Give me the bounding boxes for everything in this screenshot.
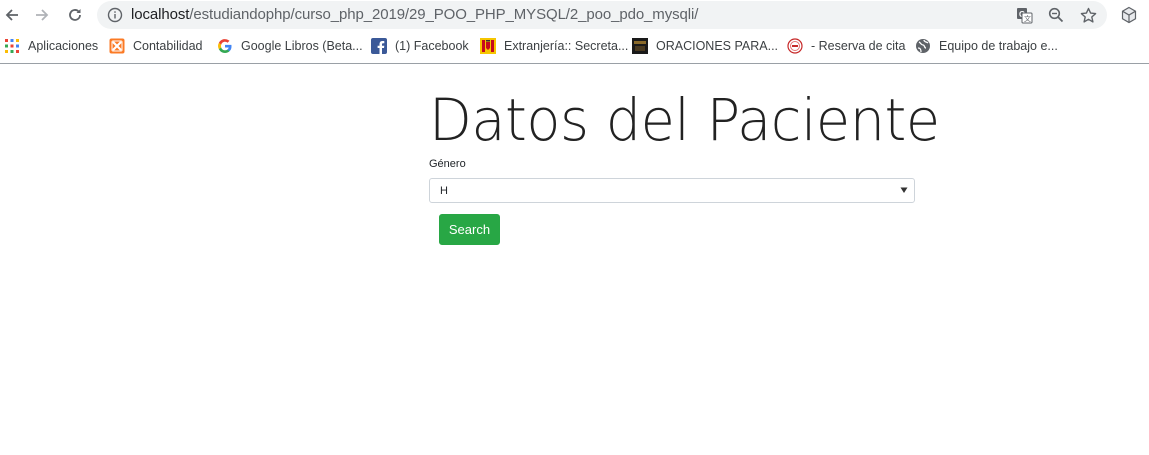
- bookmark-label: - Reserva de cita: [811, 39, 906, 53]
- bookmark-label: Google Libros (Beta...: [241, 39, 363, 53]
- seal-icon: [787, 38, 803, 54]
- apps-grid-icon: [4, 38, 20, 54]
- translate-icon: G 文: [1016, 7, 1032, 23]
- bookmark-contabilidad[interactable]: Contabilidad: [109, 37, 203, 55]
- bookmark-label: Extranjería:: Secreta...: [504, 39, 629, 53]
- url-host: localhost: [131, 6, 190, 23]
- reload-icon: [69, 9, 81, 21]
- bookmark-aplicaciones[interactable]: Aplicaciones: [4, 37, 98, 55]
- facebook-icon: [371, 38, 387, 54]
- url-path: /estudiandophp/curso_php_2019/29_POO_PHP…: [189, 6, 699, 23]
- reload-button[interactable]: [63, 3, 87, 27]
- dark-thumbnail-icon: [632, 38, 648, 54]
- browser-toolbar: localhost/estudiandophp/curso_php_2019/2…: [0, 0, 1149, 30]
- zoom-button[interactable]: [1046, 5, 1066, 25]
- google-icon: [217, 38, 233, 54]
- bookmark-reserva-cita[interactable]: - Reserva de cita: [787, 37, 905, 55]
- dropdown-arrow-icon: [900, 187, 908, 193]
- translate-button[interactable]: G 文: [1014, 5, 1034, 25]
- info-icon[interactable]: [107, 7, 123, 23]
- bookmark-label: Contabilidad: [133, 39, 203, 53]
- spain-crest-icon: [480, 38, 496, 54]
- cube-icon: [1121, 6, 1137, 24]
- bookmarks-bar: Aplicaciones Contabilidad Google Libros …: [0, 30, 1149, 64]
- star-icon: [1080, 7, 1096, 23]
- url-text[interactable]: localhost/estudiandophp/curso_php_2019/2…: [131, 6, 698, 24]
- gender-select[interactable]: H: [429, 178, 915, 203]
- bookmark-equipo-trabajo[interactable]: Equipo de trabajo e...: [915, 37, 1058, 55]
- globe-icon: [915, 38, 931, 54]
- gender-selected-value: H: [440, 185, 448, 197]
- address-bar[interactable]: localhost/estudiandophp/curso_php_2019/2…: [97, 1, 1107, 29]
- extension-button[interactable]: [1118, 4, 1140, 26]
- bookmark-label: Aplicaciones: [28, 39, 99, 53]
- bookmark-google-libros[interactable]: Google Libros (Beta...: [217, 37, 363, 55]
- bookmark-star-button[interactable]: [1078, 5, 1098, 25]
- bookmark-facebook[interactable]: (1) Facebook: [371, 37, 469, 55]
- bookmark-extranjeria[interactable]: Extranjería:: Secreta...: [480, 37, 628, 55]
- bookmark-oraciones[interactable]: ORACIONES PARA...: [632, 37, 778, 55]
- bookmark-label: Equipo de trabajo e...: [939, 39, 1058, 53]
- bookmark-label: (1) Facebook: [395, 39, 469, 53]
- bookmark-label: ORACIONES PARA...: [656, 39, 779, 53]
- arrow-right-icon: [36, 9, 49, 21]
- arrow-left-icon: [5, 9, 18, 21]
- forward-button[interactable]: [30, 3, 54, 27]
- svg-text:文: 文: [1024, 14, 1031, 23]
- back-button[interactable]: [0, 3, 24, 27]
- xampp-icon: [109, 38, 125, 54]
- page-title: Datos del Paciente: [429, 86, 940, 154]
- gender-label: Género: [429, 158, 466, 170]
- zoom-out-icon: [1048, 7, 1064, 23]
- search-button[interactable]: Search: [439, 214, 500, 245]
